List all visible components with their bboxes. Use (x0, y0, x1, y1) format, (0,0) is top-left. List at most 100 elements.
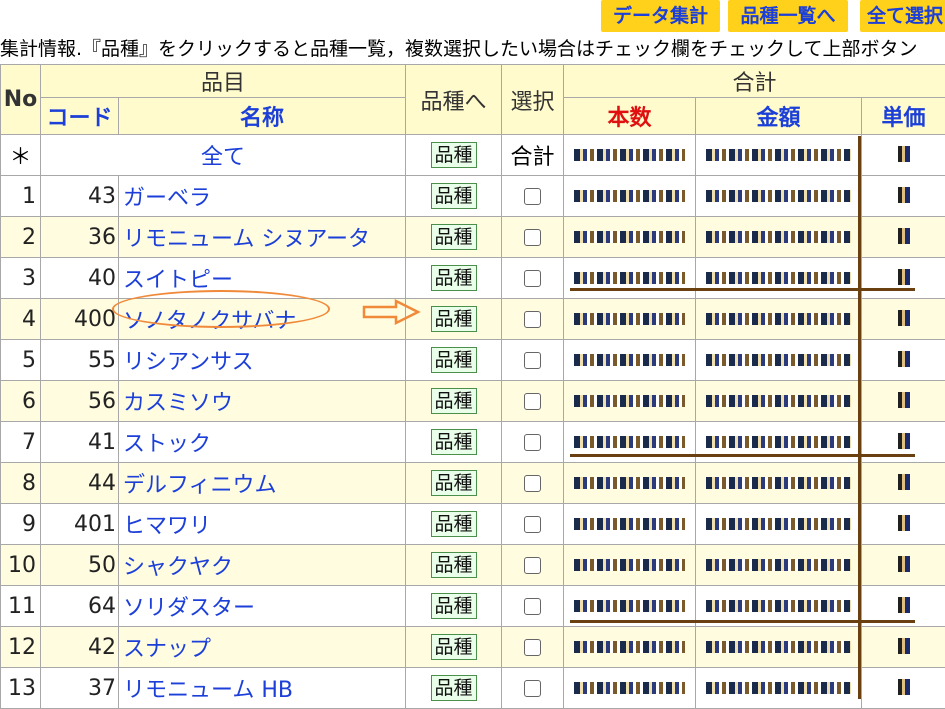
select-checkbox[interactable] (524, 352, 541, 369)
row-code: 401 (41, 504, 119, 545)
variety-cell: 品種 (406, 422, 502, 463)
variety-button[interactable]: 品種 (431, 511, 477, 537)
redacted-value (898, 146, 910, 162)
select-checkbox[interactable] (524, 188, 541, 205)
redacted-value (898, 187, 910, 203)
unit-price-cell (862, 258, 945, 299)
data-summary-button[interactable]: データ集計 (601, 0, 720, 32)
count-cell (564, 381, 696, 422)
row-code: 41 (41, 422, 119, 463)
row-name-link[interactable]: ヒマワリ (119, 504, 406, 545)
variety-cell: 品種 (406, 586, 502, 627)
unit-price-cell (862, 463, 945, 504)
select-checkbox[interactable] (524, 516, 541, 533)
redacted-value (574, 231, 685, 243)
variety-button[interactable]: 品種 (431, 552, 477, 578)
row-name-link[interactable]: リモニューム HB (119, 668, 406, 709)
select-cell (502, 381, 564, 422)
redacted-value (898, 597, 910, 613)
row-name-link[interactable]: ソリダスター (119, 586, 406, 627)
count-cell (564, 299, 696, 340)
variety-button[interactable]: 品種 (431, 593, 477, 619)
variety-button[interactable]: 品種 (431, 429, 477, 455)
amount-cell (696, 668, 862, 709)
row-no: 3 (1, 258, 41, 299)
select-checkbox[interactable] (524, 475, 541, 492)
select-checkbox[interactable] (524, 229, 541, 246)
info-text: 集計情報.『品種』をクリックすると品種一覧，複数選択したい場合はチェック欄をチェ… (0, 34, 945, 64)
amount-cell (696, 381, 862, 422)
row-code: 55 (41, 340, 119, 381)
header-select: 選択 (502, 65, 564, 135)
highlight-ellipse (112, 290, 330, 328)
redacted-value (898, 228, 910, 244)
select-all-button[interactable]: 全て選択 (860, 0, 945, 32)
row-name-link[interactable]: ストック (119, 422, 406, 463)
unit-price-cell (862, 668, 945, 709)
row-name-link[interactable]: スナップ (119, 627, 406, 668)
select-checkbox[interactable] (524, 680, 541, 697)
redacted-value (574, 518, 685, 530)
redacted-value (898, 392, 910, 408)
variety-button[interactable]: 品種 (431, 306, 477, 332)
select-checkbox[interactable] (524, 393, 541, 410)
row-name-link[interactable]: デルフィニウム (119, 463, 406, 504)
unit-price-cell (862, 217, 945, 258)
redacted-value (706, 436, 851, 448)
select-checkbox[interactable] (524, 557, 541, 574)
variety-button[interactable]: 品種 (431, 347, 477, 373)
row-name-link[interactable]: リモニューム シヌアータ (119, 217, 406, 258)
variety-button[interactable]: 品種 (431, 388, 477, 414)
count-cell (564, 135, 696, 176)
row-code: 43 (41, 176, 119, 217)
row-no: ＊ (1, 135, 41, 176)
select-checkbox[interactable] (524, 434, 541, 451)
divider-line (858, 136, 861, 699)
row-name-link[interactable]: カスミソウ (119, 381, 406, 422)
count-cell (564, 668, 696, 709)
select-checkbox[interactable] (524, 639, 541, 656)
row-no: 9 (1, 504, 41, 545)
count-cell (564, 627, 696, 668)
amount-cell (696, 135, 862, 176)
row-no: 4 (1, 299, 41, 340)
redacted-value (706, 600, 851, 612)
row-name-link[interactable]: シャクヤク (119, 545, 406, 586)
row-name-link[interactable]: リシアンサス (119, 340, 406, 381)
redacted-value (706, 682, 851, 694)
variety-button[interactable]: 品種 (431, 142, 477, 168)
variety-button[interactable]: 品種 (431, 634, 477, 660)
select-cell (502, 217, 564, 258)
amount-cell (696, 299, 862, 340)
variety-button[interactable]: 品種 (431, 183, 477, 209)
variety-cell: 品種 (406, 627, 502, 668)
count-cell (564, 545, 696, 586)
row-no: 6 (1, 381, 41, 422)
variety-button[interactable]: 品種 (431, 265, 477, 291)
select-checkbox[interactable] (524, 311, 541, 328)
redacted-value (898, 556, 910, 572)
redacted-value (706, 477, 851, 489)
row-name-link[interactable]: ガーベラ (119, 176, 406, 217)
select-checkbox[interactable] (524, 598, 541, 615)
row-no: 2 (1, 217, 41, 258)
variety-list-button[interactable]: 品種一覧へ (728, 0, 848, 32)
unit-price-cell (862, 135, 945, 176)
redacted-value (898, 638, 910, 654)
row-code: 44 (41, 463, 119, 504)
variety-cell: 品種 (406, 463, 502, 504)
count-cell (564, 463, 696, 504)
select-checkbox[interactable] (524, 270, 541, 287)
select-cell (502, 340, 564, 381)
count-cell (564, 504, 696, 545)
row-name-link[interactable]: 全て (41, 135, 406, 176)
amount-cell (696, 504, 862, 545)
variety-button[interactable]: 品種 (431, 224, 477, 250)
variety-button[interactable]: 品種 (431, 470, 477, 496)
redacted-value (898, 269, 910, 285)
variety-button[interactable]: 品種 (431, 675, 477, 701)
row-no: 10 (1, 545, 41, 586)
select-cell (502, 545, 564, 586)
redacted-value (898, 474, 910, 490)
amount-cell (696, 463, 862, 504)
